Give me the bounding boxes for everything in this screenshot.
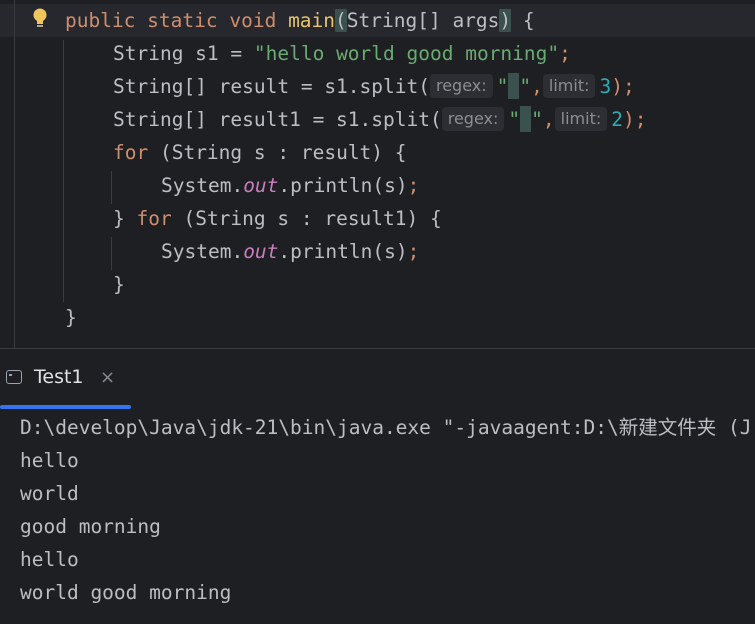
code-editor[interactable]: public static void main(String[] args) {… [0,0,755,348]
code-token: (String s : result1) { [171,207,442,230]
code-token: System. [161,174,244,197]
console-line: hello [20,548,79,571]
code-token: ; [407,174,420,197]
indent-guide [63,40,64,302]
lightbulb-icon[interactable] [32,8,48,30]
code-line[interactable]: for (String s : result) { [113,136,407,169]
tab-test1[interactable]: Test1 × [0,349,131,409]
code-line[interactable]: String s1 = "hello world good morning"; [113,37,571,70]
code-token: " [519,75,532,98]
run-tool-window-tabbar: Test1 × [0,349,755,409]
code-token: main [288,9,336,32]
code-line[interactable]: System.out.println(s); [161,169,419,202]
code-token: 3 [599,75,612,98]
code-token: ; [559,42,571,65]
console-output[interactable]: D:\develop\Java\jdk-21\bin\java.exe "-ja… [0,409,755,624]
code-token: ); [622,108,647,131]
code-token: , [542,108,555,131]
console-line: hello [20,449,79,472]
console-line: world good morning [20,581,232,604]
code-token: , [531,75,543,98]
code-token: for [113,141,149,164]
code-token: } [113,273,125,296]
code-line[interactable]: String[] result = s1.split(regex: " ", limi… [113,70,635,103]
parameter-hint: regex: [441,107,505,131]
code-token: String[] result = s1.split( [113,75,430,98]
code-token: out [243,174,279,197]
code-token: (String s : result) { [148,141,407,164]
close-icon[interactable]: × [100,364,115,392]
code-token: ) [499,9,512,32]
code-token: for [136,207,172,230]
code-token: public static void [65,9,289,32]
code-token: } [65,306,77,329]
code-token: .println(s) [278,174,408,197]
code-token: " [496,75,509,98]
code-line[interactable]: System.out.println(s); [161,235,419,268]
code-token: out [243,240,279,263]
indent-guide [111,171,112,204]
code-line[interactable]: } for (String s : result1) { [113,202,442,235]
code-token: ); [611,75,635,98]
gutter-separator [14,0,15,348]
console-line: D:\develop\Java\jdk-21\bin\java.exe "-ja… [20,416,752,439]
code-token: 2 [611,108,623,131]
code-line[interactable]: String[] result1 = s1.split(regex: " ", lim… [113,103,646,136]
code-line[interactable]: } [113,268,125,301]
code-token: ( [335,9,347,32]
code-token: " [508,108,521,131]
code-line[interactable]: } [65,301,77,334]
console-line: world [20,482,79,505]
parameter-hint: limit: [542,74,596,98]
code-token: " [531,108,543,131]
code-token: ; [407,240,420,263]
console-line: good morning [20,515,161,538]
tab-label: Test1 [34,366,84,388]
code-token: String[] result1 = s1.split( [113,108,442,131]
code-token: System. [161,240,244,263]
parameter-hint: limit: [554,107,608,131]
code-token: { [511,9,535,32]
indent-guide [111,237,112,270]
console-icon [6,370,22,384]
code-token: String s1 = [113,42,254,65]
code-token: .println(s) [278,240,408,263]
code-line[interactable]: public static void main(String[] args) { [65,4,535,37]
whitespace-highlight [508,73,520,99]
code-token: } [113,207,137,230]
code-token: String[] args [346,9,500,32]
parameter-hint: regex: [429,74,493,98]
whitespace-highlight [520,106,532,132]
code-token: "hello world good morning" [253,42,560,65]
